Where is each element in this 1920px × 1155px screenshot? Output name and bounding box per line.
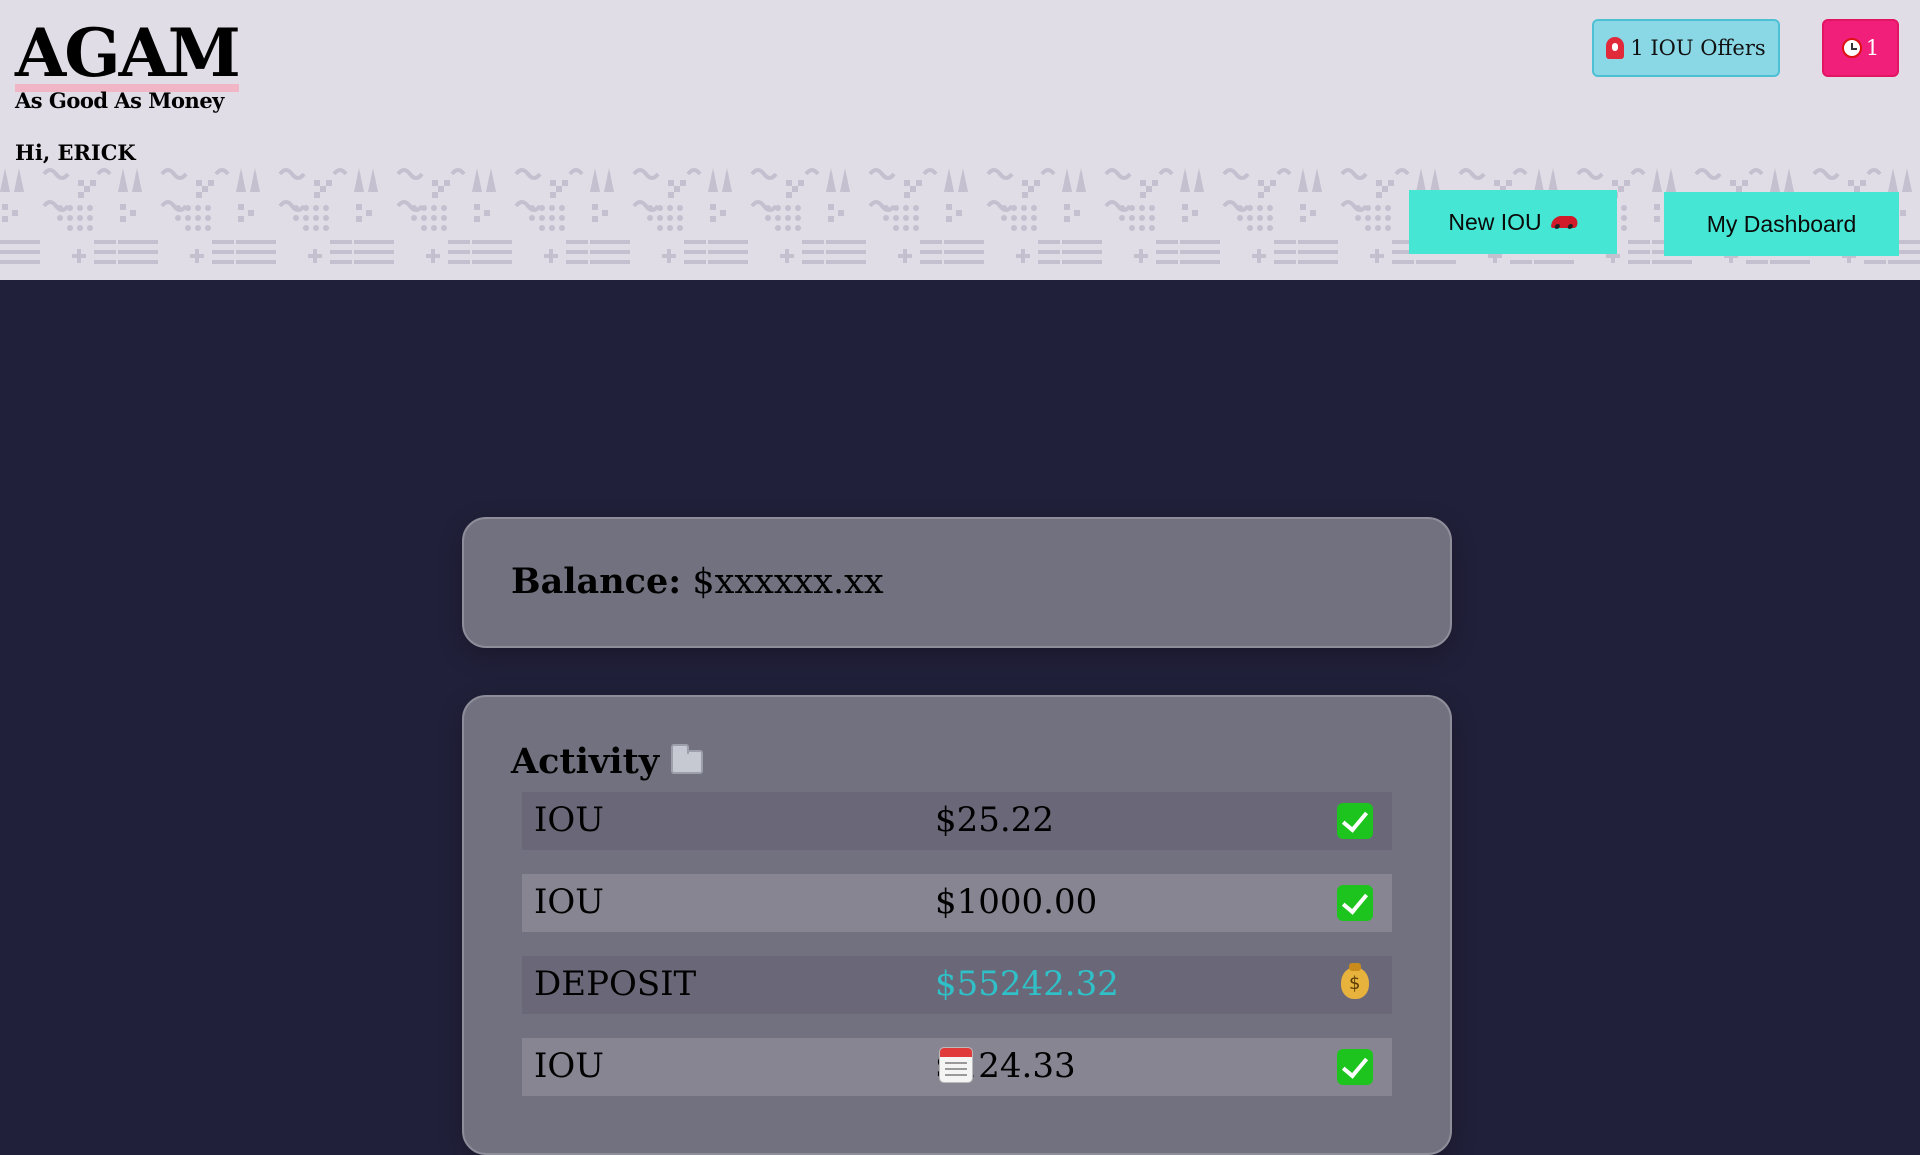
calendar-icon[interactable]: [940, 1048, 972, 1082]
app-header: AGAM As Good As Money Hi, ERICK 1 IOU Of…: [0, 0, 1920, 280]
activity-amount: $1000.00: [935, 882, 1098, 922]
activity-type: DEPOSIT: [534, 964, 697, 1004]
status-cell: [1337, 885, 1373, 921]
activity-row[interactable]: IOU $25.22: [522, 792, 1392, 850]
balance-line: Balance: $xxxxxx.xx: [511, 561, 884, 602]
activity-row[interactable]: IOU $1000.00: [522, 874, 1392, 932]
user-greeting: Hi, ERICK: [15, 140, 136, 165]
balance-label: Balance:: [511, 561, 682, 602]
activity-type: IOU: [534, 882, 604, 922]
alerts-count: 1: [1865, 36, 1880, 60]
logo-subtitle: As Good As Money: [15, 88, 224, 113]
check-mark-icon: [1337, 885, 1373, 921]
activity-row[interactable]: DEPOSIT $55242.32: [522, 956, 1392, 1014]
new-iou-button[interactable]: New IOU: [1409, 190, 1617, 254]
check-mark-icon: [1337, 1049, 1373, 1085]
activity-amount: $25.22: [935, 800, 1054, 840]
check-mark-icon: [1337, 803, 1373, 839]
balance-value: $xxxxxx.xx: [692, 562, 884, 602]
alarm-clock-icon: [1841, 38, 1862, 58]
activity-card: Activity IOU $25.22 IOU $1000.00 DEPOSIT…: [462, 695, 1452, 1155]
activity-amount: $55242.32: [935, 964, 1119, 1004]
new-iou-label: New IOU: [1448, 208, 1542, 235]
app-logo[interactable]: AGAM As Good As Money: [15, 14, 241, 113]
header-pattern: [0, 160, 1920, 280]
alerts-button[interactable]: 1: [1822, 19, 1899, 77]
my-dashboard-button[interactable]: My Dashboard: [1664, 192, 1899, 256]
iou-offers-button[interactable]: 1 IOU Offers: [1592, 19, 1780, 77]
status-cell: [1337, 803, 1373, 839]
race-car-icon: [1550, 216, 1580, 228]
money-bag-icon: [1341, 963, 1369, 999]
siren-icon: [1606, 37, 1625, 59]
activity-heading: Activity: [511, 741, 704, 782]
iou-offers-label: 1 IOU Offers: [1630, 36, 1766, 60]
balance-card: Balance: $xxxxxx.xx: [462, 517, 1452, 648]
logo-title: AGAM: [15, 14, 241, 92]
activity-type: IOU: [534, 1046, 604, 1086]
activity-title: Activity: [511, 741, 660, 782]
activity-type: IOU: [534, 800, 604, 840]
status-cell: [1337, 963, 1373, 1003]
status-cell: [1337, 1049, 1373, 1085]
my-dashboard-label: My Dashboard: [1706, 210, 1857, 237]
open-folder-icon: [671, 743, 704, 774]
